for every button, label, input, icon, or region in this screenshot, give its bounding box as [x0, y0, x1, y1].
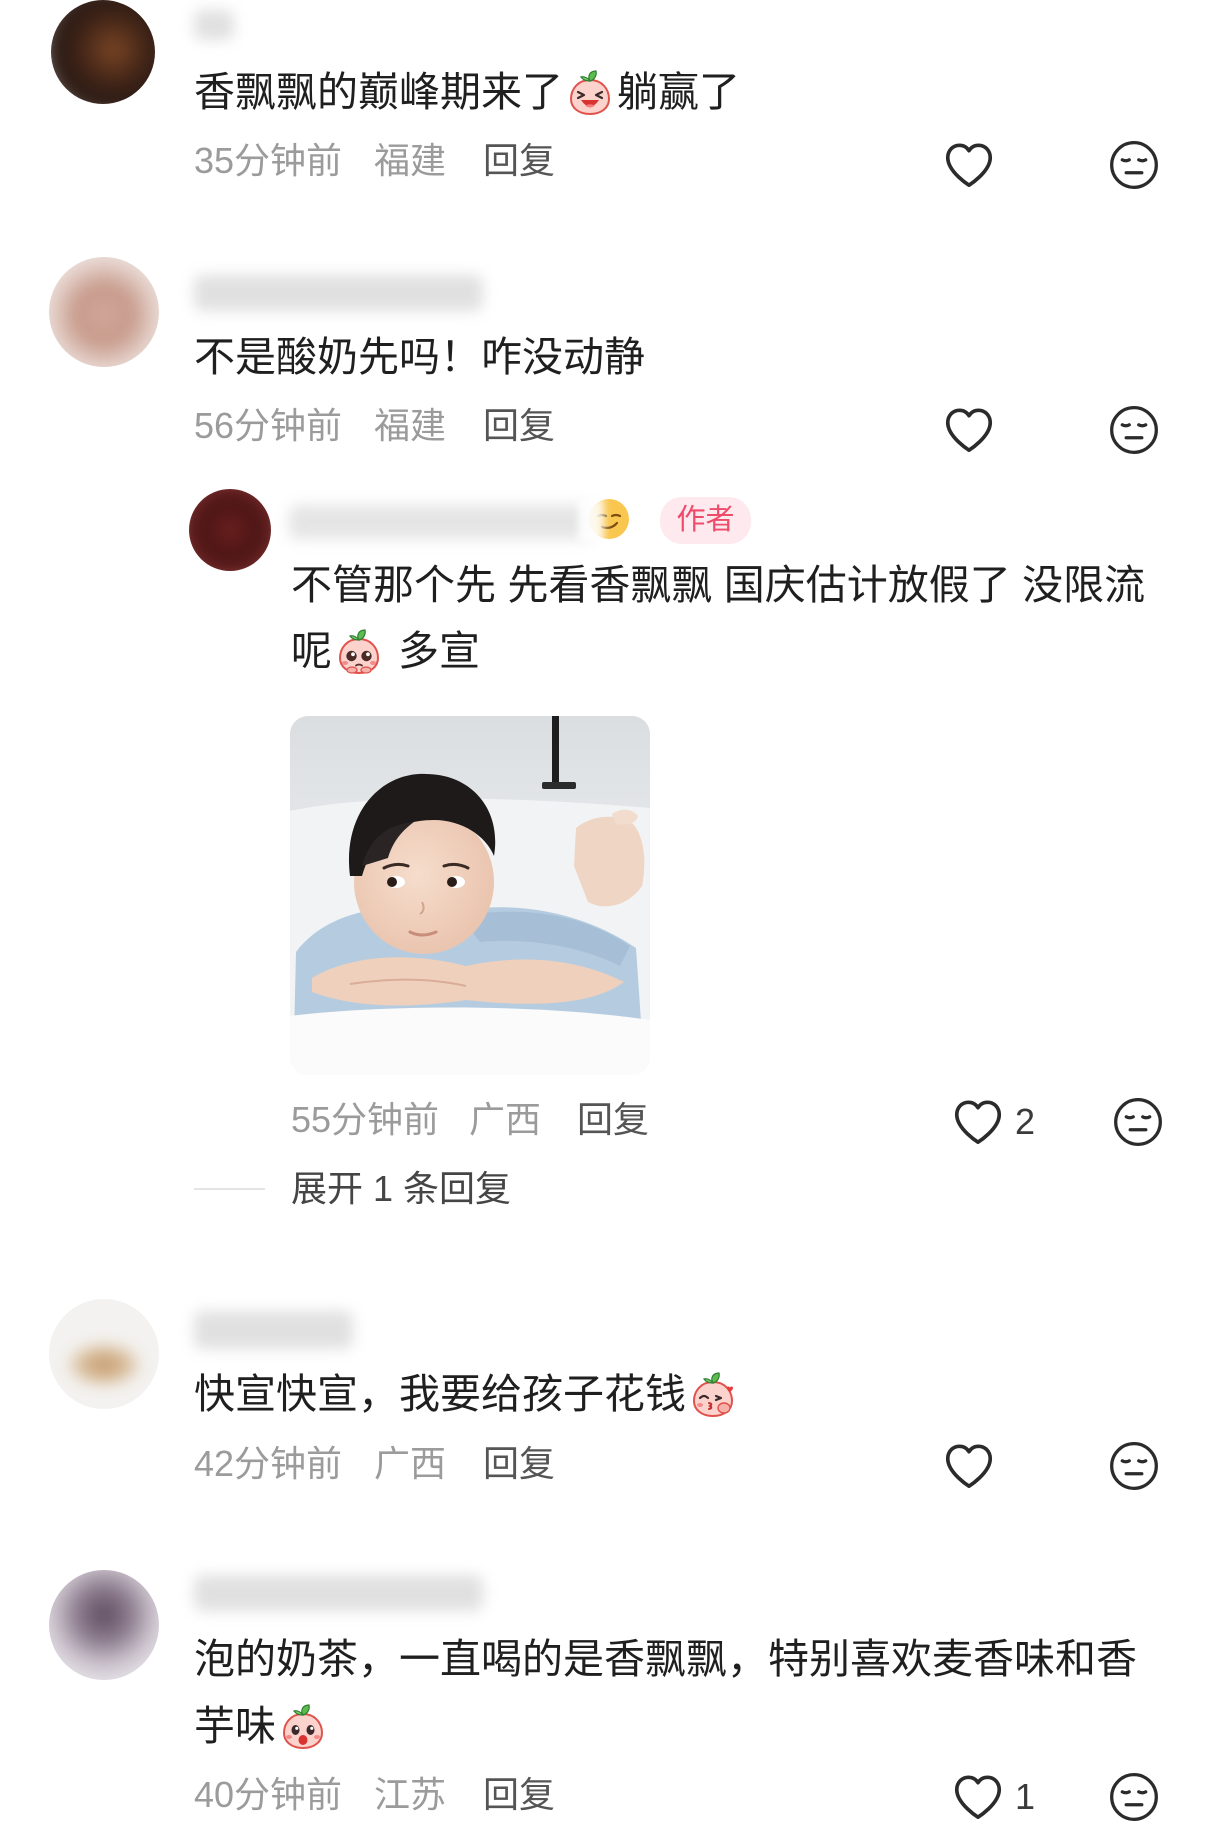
expressionless-face-icon[interactable] [1112, 1096, 1164, 1148]
username-blurred[interactable] [194, 1311, 353, 1349]
comment-meta: 42分钟前 广西 回复 [194, 1442, 614, 1486]
like-count: 1 [1015, 1776, 1036, 1817]
expand-divider [194, 1188, 265, 1190]
avatar[interactable] [49, 1299, 159, 1409]
peach-surprised-emoji [279, 1702, 327, 1750]
expand-replies-button[interactable]: 展开 1 条回复 [291, 1167, 511, 1211]
reply-text-line[interactable]: 不管那个先 先看香飘飘 国庆估计放假了 没限流 [291, 560, 1186, 610]
heart-outline-icon[interactable] [943, 141, 995, 189]
comment-text-line[interactable]: 泡的奶茶，一直喝的是香飘飘，特别喜欢麦香味和香 [194, 1634, 1186, 1684]
expressionless-face-icon[interactable] [1108, 1440, 1160, 1492]
reply-button[interactable]: 回复 [483, 1442, 555, 1486]
reply-button[interactable]: 回复 [483, 404, 555, 448]
comment-time: 40分钟前 [194, 1774, 343, 1815]
comment-location: 福建 [374, 405, 447, 446]
expressionless-face-icon[interactable] [1108, 404, 1160, 456]
peach-laughing-emoji [566, 68, 614, 116]
heart-outline-icon[interactable] [952, 1098, 1004, 1146]
heart-outline-icon[interactable] [943, 406, 995, 454]
like-count: 2 [1015, 1101, 1036, 1142]
avatar[interactable] [49, 1570, 159, 1680]
reply-time: 55分钟前 [291, 1099, 440, 1140]
username-blurred[interactable] [194, 275, 483, 311]
comment-location: 福建 [374, 140, 447, 181]
comment-meta: 40分钟前 江苏 回复 [194, 1773, 614, 1817]
reply-text-part: 呢 [291, 628, 332, 674]
comment-text-part: 泡的奶茶，一直喝的是香飘飘，特别喜欢麦香味和香 [194, 1636, 1137, 1682]
expressionless-face-icon[interactable] [1108, 139, 1160, 191]
reply-text-part: 多宣 [398, 628, 480, 674]
avatar[interactable] [49, 257, 159, 367]
avatar[interactable] [51, 0, 155, 104]
comment-text-part: 不是酸奶先吗！咋没动静 [194, 334, 645, 380]
comment-location: 江苏 [374, 1774, 447, 1815]
username-blurred[interactable] [194, 1575, 483, 1611]
comment-text-part: 躺赢了 [617, 69, 740, 115]
comment-meta: 35分钟前 福建 回复 [194, 139, 614, 183]
comment-time: 35分钟前 [194, 140, 343, 181]
privacy-blur [578, 498, 604, 542]
comment-text-part: 快宣快宣，我要给孩子花钱 [194, 1371, 686, 1417]
comment-text[interactable]: 香飘飘的巅峰期来了 躺赢了 [194, 67, 1186, 117]
expressionless-face-icon[interactable] [1108, 1771, 1160, 1823]
comment-text-part: 香飘飘的巅峰期来了 [194, 69, 563, 115]
reply-text-part: 不管那个先 先看香飘飘 国庆估计放假了 没限流 [291, 562, 1146, 608]
reply-button[interactable]: 回复 [483, 139, 555, 183]
heart-outline-icon[interactable] [952, 1773, 1004, 1821]
peach-pleading-emoji [335, 627, 383, 675]
reply-button[interactable]: 回复 [483, 1773, 555, 1817]
comment-text-line[interactable]: 芋味 [194, 1701, 1186, 1751]
peach-blowing-kiss-emoji [689, 1370, 737, 1418]
reply-text-line[interactable]: 呢 多宣 [291, 626, 1186, 676]
username-blurred[interactable] [194, 10, 234, 40]
comment-time: 56分钟前 [194, 405, 343, 446]
comment-text-part: 芋味 [194, 1703, 276, 1749]
reply-location: 广西 [469, 1099, 542, 1140]
comment-meta: 56分钟前 福建 回复 [194, 404, 614, 448]
username-blurred[interactable] [289, 505, 595, 539]
comment-text[interactable]: 快宣快宣，我要给孩子花钱 [194, 1369, 1186, 1419]
comment-location: 广西 [374, 1443, 447, 1484]
comment-time: 42分钟前 [194, 1443, 343, 1484]
reply-photo[interactable] [290, 716, 650, 1075]
comment-text[interactable]: 不是酸奶先吗！咋没动静 [194, 332, 1186, 382]
reply-meta: 55分钟前 广西 回复 [291, 1098, 711, 1142]
reply-button[interactable]: 回复 [577, 1098, 649, 1142]
heart-outline-icon[interactable] [943, 1442, 995, 1490]
author-badge: 作者 [660, 497, 751, 544]
reply-avatar[interactable] [189, 489, 271, 571]
